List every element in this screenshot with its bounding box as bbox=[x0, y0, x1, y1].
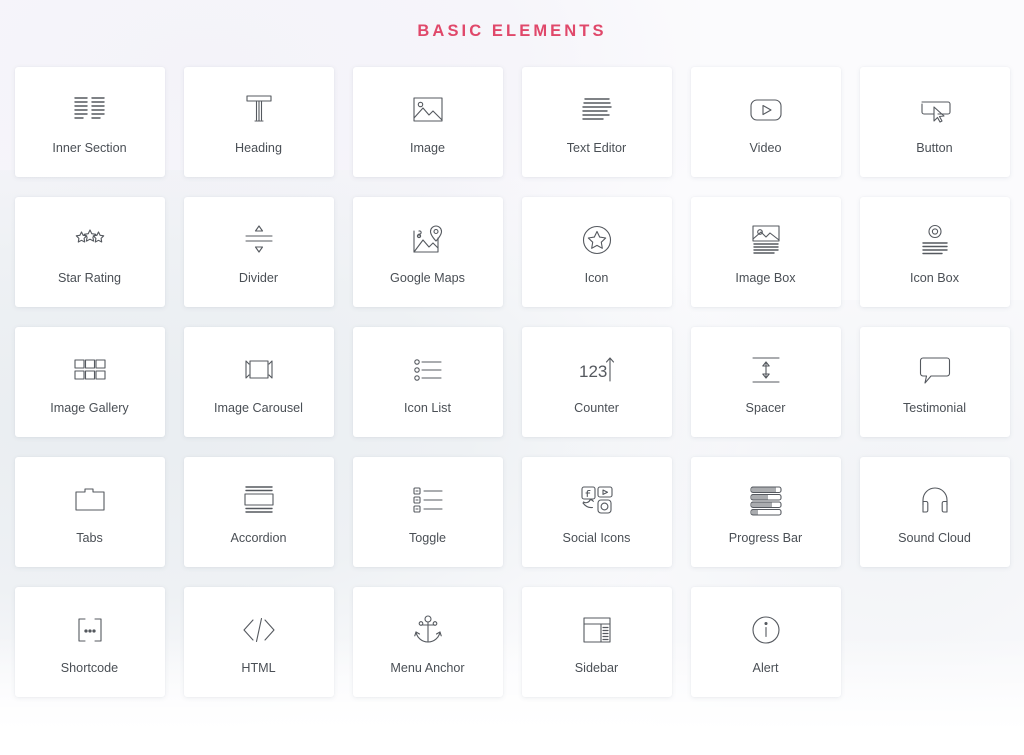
widget-label: Inner Section bbox=[52, 140, 127, 155]
widget-label: Menu Anchor bbox=[390, 660, 465, 675]
widget-card-divider[interactable]: Divider bbox=[183, 197, 334, 307]
sidebar-layout-icon bbox=[582, 608, 612, 652]
page-title: BASIC ELEMENTS bbox=[417, 22, 607, 40]
widget-label: Icon Box bbox=[909, 270, 959, 285]
widget-grid: Inner Section Heading Image Text Editor … bbox=[0, 67, 1024, 697]
widget-card-button[interactable]: Button bbox=[859, 67, 1010, 177]
widget-label: Image bbox=[409, 140, 445, 155]
widget-label: Button bbox=[916, 140, 953, 155]
widget-card-text-editor[interactable]: Text Editor bbox=[521, 67, 672, 177]
spacer-updown-icon bbox=[750, 348, 782, 392]
widget-label: Counter bbox=[574, 400, 619, 415]
accordion-icon bbox=[242, 478, 276, 522]
star-in-circle-icon bbox=[581, 218, 613, 262]
widget-card-inner-section[interactable]: Inner Section bbox=[14, 67, 165, 177]
image-picture-icon bbox=[412, 88, 444, 132]
widget-card-spacer[interactable]: Spacer bbox=[690, 327, 841, 437]
shortcode-brackets-icon bbox=[73, 608, 107, 652]
widget-label: HTML bbox=[241, 660, 276, 675]
widget-card-sidebar[interactable]: Sidebar bbox=[521, 587, 672, 697]
widget-label: Heading bbox=[235, 140, 282, 155]
video-play-icon bbox=[749, 88, 783, 132]
widget-label: Alert bbox=[752, 660, 779, 675]
code-angle-brackets-icon bbox=[242, 608, 276, 652]
widget-label: Image Carousel bbox=[214, 400, 303, 415]
widget-label: Spacer bbox=[745, 400, 786, 415]
widget-label: Tabs bbox=[76, 530, 103, 545]
widget-card-image-gallery[interactable]: Image Gallery bbox=[14, 327, 165, 437]
widget-label: Divider bbox=[238, 270, 279, 285]
widget-card-tabs[interactable]: Tabs bbox=[14, 457, 165, 567]
widget-card-icon-box[interactable]: Icon Box bbox=[859, 197, 1010, 307]
heading-t-icon bbox=[244, 88, 274, 132]
widget-label: Image Box bbox=[735, 270, 796, 285]
widget-card-image-carousel[interactable]: Image Carousel bbox=[183, 327, 334, 437]
widget-card-google-maps[interactable]: Google Maps bbox=[352, 197, 503, 307]
widget-card-progress-bar[interactable]: Progress Bar bbox=[690, 457, 841, 567]
widget-card-icon-list[interactable]: Icon List bbox=[352, 327, 503, 437]
widget-label: Video bbox=[749, 140, 782, 155]
icon-box-icon bbox=[920, 218, 950, 262]
widget-label: Google Maps bbox=[390, 270, 465, 285]
svg-text:123: 123 bbox=[579, 362, 607, 381]
headphones-icon bbox=[919, 478, 951, 522]
widget-card-testimonial[interactable]: Testimonial bbox=[859, 327, 1010, 437]
widget-card-heading[interactable]: Heading bbox=[183, 67, 334, 177]
inner-section-icon bbox=[73, 88, 107, 132]
widget-card-shortcode[interactable]: Shortcode bbox=[14, 587, 165, 697]
widget-card-html[interactable]: HTML bbox=[183, 587, 334, 697]
three-stars-icon bbox=[71, 218, 109, 262]
widget-card-image-box[interactable]: Image Box bbox=[690, 197, 841, 307]
widget-card-alert[interactable]: Alert bbox=[690, 587, 841, 697]
widget-label: Icon List bbox=[404, 400, 451, 415]
widget-label: Shortcode bbox=[60, 660, 119, 675]
widget-card-toggle[interactable]: Toggle bbox=[352, 457, 503, 567]
info-circle-icon bbox=[751, 608, 781, 652]
widget-card-menu-anchor[interactable]: Menu Anchor bbox=[352, 587, 503, 697]
widget-label: Accordion bbox=[230, 530, 287, 545]
widget-card-image[interactable]: Image bbox=[352, 67, 503, 177]
counter-123-arrow-icon: 123 bbox=[578, 348, 616, 392]
map-pin-icon bbox=[411, 218, 445, 262]
divider-arrows-icon bbox=[243, 218, 275, 262]
widget-card-icon[interactable]: Icon bbox=[521, 197, 672, 307]
elements-panel: BASIC ELEMENTS Inner Section Heading Ima… bbox=[0, 0, 1024, 755]
widget-label: Social Icons bbox=[562, 530, 631, 545]
progress-bars-icon bbox=[749, 478, 783, 522]
widget-label: Sound Cloud bbox=[898, 530, 971, 545]
tabs-folder-icon bbox=[74, 478, 106, 522]
button-cursor-icon bbox=[918, 88, 952, 132]
widget-label: Sidebar bbox=[574, 660, 619, 675]
widget-label: Testimonial bbox=[903, 400, 966, 415]
speech-bubble-icon bbox=[918, 348, 952, 392]
widget-card-sound-cloud[interactable]: Sound Cloud bbox=[859, 457, 1010, 567]
toggle-list-icon bbox=[412, 478, 444, 522]
text-lines-icon bbox=[581, 88, 613, 132]
widget-card-counter[interactable]: 123 Counter bbox=[521, 327, 672, 437]
widget-card-video[interactable]: Video bbox=[690, 67, 841, 177]
widget-label: Progress Bar bbox=[728, 530, 803, 545]
widget-card-accordion[interactable]: Accordion bbox=[183, 457, 334, 567]
social-icons-icon bbox=[580, 478, 614, 522]
widget-label: Icon bbox=[584, 270, 609, 285]
widget-card-star-rating[interactable]: Star Rating bbox=[14, 197, 165, 307]
image-box-icon bbox=[750, 218, 782, 262]
widget-label: Star Rating bbox=[58, 270, 121, 285]
widget-card-social-icons[interactable]: Social Icons bbox=[521, 457, 672, 567]
icon-list-icon bbox=[412, 348, 444, 392]
widget-label: Image Gallery bbox=[50, 400, 129, 415]
widget-label: Toggle bbox=[408, 530, 447, 545]
carousel-icon bbox=[241, 348, 277, 392]
anchor-icon bbox=[413, 608, 443, 652]
gallery-grid-icon bbox=[73, 348, 107, 392]
widget-label: Text Editor bbox=[566, 140, 627, 155]
